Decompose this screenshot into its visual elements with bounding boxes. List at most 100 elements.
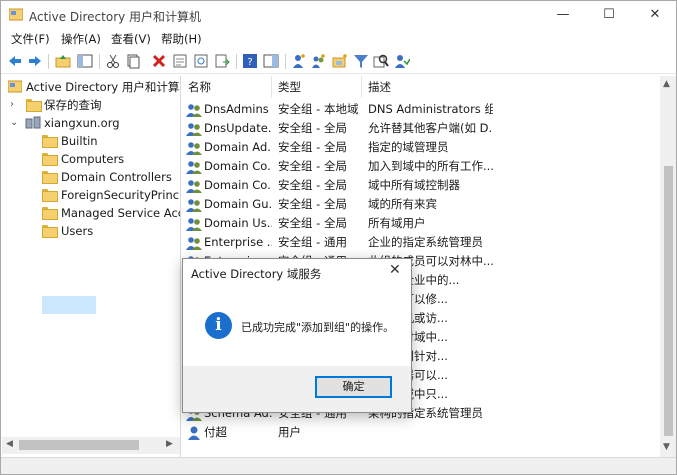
cell-description: DNS Administrators 组	[368, 102, 493, 116]
scrollbar-thumb[interactable]	[19, 440, 139, 450]
security-group-icon	[186, 199, 202, 212]
security-group-icon	[186, 218, 202, 231]
table-row[interactable]: 付超 用户	[182, 423, 659, 442]
tree-item-label: Domain Controllers	[61, 170, 172, 184]
title-bar: Active Directory 用户和计算机 — ☐ ✕	[1, 1, 676, 29]
cell-name: 付超	[204, 425, 227, 439]
table-row[interactable]: Domain Us... 安全组 - 全局 所有域用户	[182, 214, 659, 233]
main-window: Active Directory 用户和计算机 — ☐ ✕ 文件(F) 操作(A…	[0, 0, 677, 475]
dialog-footer: 确定	[183, 366, 411, 412]
tree-item-label: Users	[61, 224, 94, 238]
ok-button[interactable]: 确定	[315, 376, 392, 398]
table-row[interactable]: DnsUpdate... 安全组 - 全局 允许替其他客户端(如 D...	[182, 119, 659, 138]
cell-name: Enterprise ...	[204, 235, 272, 249]
menu-file[interactable]: 文件(F)	[11, 31, 50, 47]
menu-action[interactable]: 操作(A)	[61, 31, 101, 47]
information-icon: i	[205, 312, 232, 339]
scrollbar-thumb[interactable]	[664, 166, 673, 436]
aduc-root-icon	[8, 80, 22, 93]
chevron-down-icon[interactable]: ⌄	[10, 114, 20, 132]
status-bar	[1, 457, 676, 474]
user-icon	[188, 426, 200, 440]
tree-item-label: Computers	[61, 152, 125, 166]
folder-icon	[42, 207, 58, 220]
toolbar: ?	[1, 50, 676, 74]
cell-name: Domain Us...	[204, 216, 272, 230]
tree-item-label: 保存的查询	[44, 98, 102, 112]
cell-description: 域中所有域控制器	[368, 178, 460, 192]
copy-icon[interactable]	[125, 53, 141, 69]
cell-name: Domain Gu...	[204, 197, 272, 211]
cell-name: Domain Co...	[204, 159, 272, 173]
properties-icon[interactable]	[172, 53, 188, 69]
tree-item-label: ForeignSecurityPrincipals	[61, 188, 181, 202]
scroll-up-arrow-icon[interactable]: ▲	[663, 79, 670, 89]
menu-view[interactable]: 查看(V)	[111, 31, 151, 47]
close-button[interactable]: ✕	[632, 1, 677, 29]
scroll-left-arrow-icon[interactable]: ◀	[6, 439, 13, 449]
svg-text:?: ?	[247, 57, 252, 68]
table-row[interactable]: DnsAdmins 安全组 - 本地域 DNS Administrators 组	[182, 100, 659, 119]
help-icon[interactable]: ?	[242, 53, 258, 69]
maximize-button[interactable]: ☐	[586, 1, 632, 29]
chevron-right-icon[interactable]: ›	[10, 96, 20, 114]
console-tree: Active Directory 用户和计算机 › 保存的查询 ⌄ xiangx…	[2, 76, 181, 457]
window-title: Active Directory 用户和计算机	[29, 10, 202, 24]
cell-description: 所有域用户	[368, 216, 426, 230]
new-user-icon[interactable]	[291, 53, 307, 69]
selected-tree-item-highlight	[42, 296, 96, 314]
back-arrow-icon[interactable]	[7, 53, 23, 69]
menu-help[interactable]: 帮助(H)	[161, 31, 202, 47]
cell-type: 安全组 - 全局	[278, 216, 347, 230]
export-list-icon[interactable]	[214, 53, 230, 69]
menu-bar: 文件(F) 操作(A) 查看(V) 帮助(H)	[1, 29, 676, 49]
new-group-icon[interactable]	[311, 53, 327, 69]
security-group-icon	[186, 123, 202, 136]
new-ou-icon[interactable]	[332, 53, 348, 69]
cell-description: 域的所有来宾	[368, 197, 437, 211]
table-row[interactable]: Domain Ad... 安全组 - 全局 指定的域管理员	[182, 138, 659, 157]
filter-icon[interactable]	[353, 53, 369, 69]
minimize-button[interactable]: —	[540, 1, 586, 29]
show-hide-icon[interactable]	[263, 53, 279, 69]
cell-type: 安全组 - 全局	[278, 178, 347, 192]
aduc-app-icon	[9, 8, 23, 21]
cell-type: 安全组 - 全局	[278, 140, 347, 154]
up-folder-icon[interactable]	[55, 53, 71, 69]
security-group-icon	[186, 180, 202, 193]
toolbar-separator	[48, 54, 49, 69]
dialog-title: Active Directory 域服务	[191, 267, 322, 281]
dialog-close-icon[interactable]: ✕	[389, 262, 401, 278]
refresh-icon[interactable]	[193, 53, 209, 69]
cut-icon[interactable]	[105, 53, 121, 69]
add-to-group-icon[interactable]	[394, 53, 410, 69]
column-header-name[interactable]: 名称	[182, 76, 272, 98]
cell-name: Domain Co...	[204, 178, 272, 192]
scroll-right-arrow-icon[interactable]: ▶	[166, 439, 173, 449]
find-icon[interactable]	[373, 53, 389, 69]
security-group-icon	[186, 161, 202, 174]
scroll-down-arrow-icon[interactable]: ▼	[663, 442, 670, 452]
table-row[interactable]: Domain Co... 安全组 - 全局 加入到域中的所有工作...	[182, 157, 659, 176]
table-row[interactable]: Domain Co... 安全组 - 全局 域中所有域控制器	[182, 176, 659, 195]
folder-icon	[42, 153, 58, 166]
delete-icon[interactable]	[151, 53, 167, 69]
folder-icon	[42, 171, 58, 184]
column-header-description[interactable]: 描述	[362, 76, 492, 98]
show-console-tree-icon[interactable]	[77, 53, 93, 69]
toolbar-separator	[285, 54, 286, 69]
folder-icon	[42, 135, 58, 148]
table-row[interactable]: Domain Gu... 安全组 - 全局 域的所有来宾	[182, 195, 659, 214]
tree-root-label: Active Directory 用户和计算机	[26, 80, 181, 94]
tree-horizontal-scrollbar[interactable]: ◀ ▶	[2, 437, 180, 454]
cell-name: DnsAdmins	[204, 102, 269, 116]
cell-description: 企业的指定系统管理员	[368, 235, 483, 249]
tree-item-label: Managed Service Accounts	[61, 206, 180, 220]
dialog-message: 已成功完成"添加到组"的操作。	[241, 321, 395, 334]
column-header-type[interactable]: 类型	[272, 76, 362, 98]
cell-type: 安全组 - 全局	[278, 121, 347, 135]
forward-arrow-icon[interactable]	[27, 53, 43, 69]
list-vertical-scrollbar[interactable]: ▲ ▼	[660, 76, 676, 457]
table-row[interactable]: Enterprise ... 安全组 - 通用 企业的指定系统管理员	[182, 233, 659, 252]
toolbar-separator	[99, 54, 100, 69]
